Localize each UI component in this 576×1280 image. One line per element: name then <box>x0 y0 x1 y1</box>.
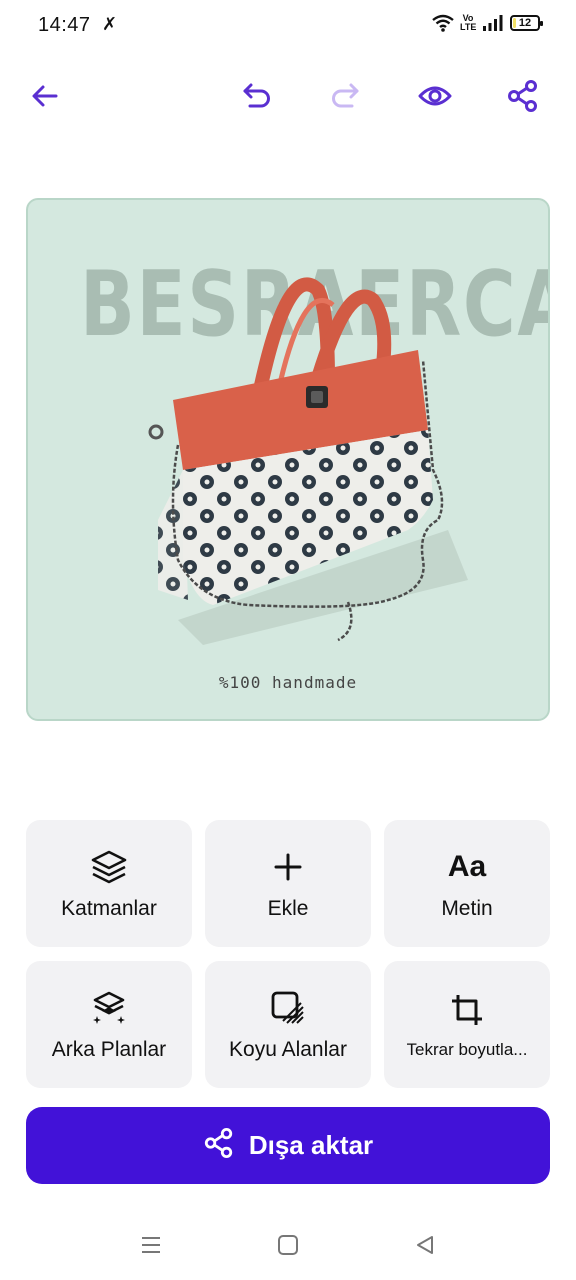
resize-label: Tekrar boyutla... <box>406 1039 528 1059</box>
battery-fill <box>513 18 517 28</box>
text-button[interactable]: Aa Metin <box>384 820 550 947</box>
design-canvas[interactable]: BESRAERCAN %100 handmade <box>26 198 550 721</box>
undo-icon[interactable] <box>235 74 279 118</box>
text-icon: Aa <box>448 847 486 887</box>
resize-button[interactable]: Tekrar boyutla... <box>384 961 550 1088</box>
dark-areas-label: Koyu Alanlar <box>229 1037 347 1061</box>
back-arrow-icon[interactable] <box>23 74 67 118</box>
dark-areas-button[interactable]: Koyu Alanlar <box>205 961 371 1088</box>
tools-grid: Katmanlar Ekle Aa Metin Arka Planlar Koy… <box>26 820 550 1088</box>
layers-button[interactable]: Katmanlar <box>26 820 192 947</box>
home-icon[interactable] <box>273 1230 303 1260</box>
backgrounds-label: Arka Planlar <box>51 1037 167 1061</box>
text-icon-glyph: Aa <box>447 849 487 883</box>
menu-icon[interactable] <box>136 1230 166 1260</box>
status-icons: Vo LTE 12 <box>432 13 543 32</box>
add-button[interactable]: Ekle <box>205 820 371 947</box>
layers-icon <box>90 847 128 887</box>
battery-level: 12 <box>518 17 532 29</box>
handmade-caption: %100 handmade <box>218 673 358 692</box>
back-nav-icon[interactable] <box>410 1230 440 1260</box>
status-bar: 14:47 ✗ Vo LTE 12 <box>0 0 576 52</box>
backgrounds-icon <box>90 988 128 1028</box>
preview-eye-icon[interactable] <box>413 74 457 118</box>
signal-icon <box>482 14 504 32</box>
editor-toolbar <box>0 62 576 130</box>
handbag-image <box>148 277 468 645</box>
backgrounds-button[interactable]: Arka Planlar <box>26 961 192 1088</box>
export-label: Dışa aktar <box>248 1130 374 1160</box>
redo-icon[interactable] <box>323 74 367 118</box>
share-icon[interactable] <box>501 74 545 118</box>
wifi-icon <box>432 14 454 32</box>
text-label: Metin <box>441 896 493 920</box>
export-button[interactable]: Dışa aktar <box>26 1107 550 1184</box>
share-icon <box>203 1127 235 1164</box>
battery-icon: 12 <box>510 15 543 31</box>
bluetooth-icon: ✗ <box>102 14 118 34</box>
plus-icon <box>273 847 303 887</box>
crop-resize-icon <box>449 990 485 1030</box>
status-time: 14:47 <box>38 14 91 36</box>
system-nav-bar <box>0 1210 576 1280</box>
volte-indicator: Vo LTE <box>460 13 477 32</box>
dark-areas-icon <box>269 988 307 1028</box>
layers-label: Katmanlar <box>61 896 157 920</box>
add-label: Ekle <box>267 896 309 920</box>
